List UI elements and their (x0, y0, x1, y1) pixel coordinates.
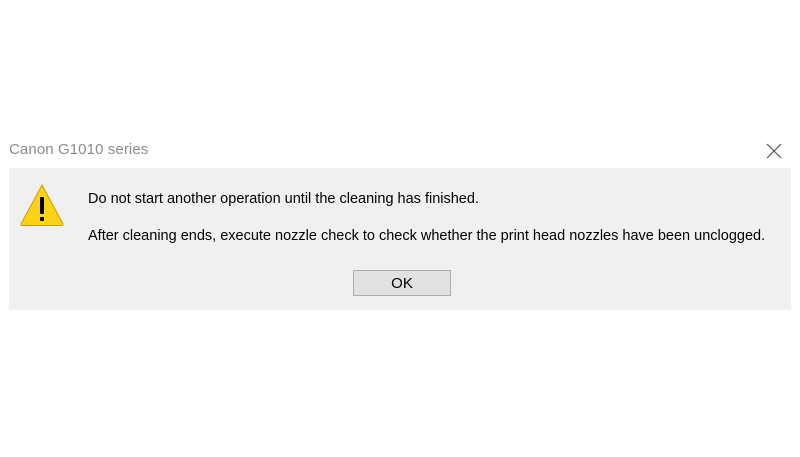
message-text-1: Do not start another operation until the… (88, 191, 479, 207)
ok-button[interactable]: OK (353, 270, 451, 296)
title-bar: Canon G1010 series (0, 132, 800, 168)
warning-icon (20, 183, 64, 226)
close-icon (766, 143, 782, 159)
page: Canon G1010 series Do not start another … (0, 0, 800, 457)
dialog-title: Canon G1010 series (9, 141, 149, 158)
close-button[interactable] (758, 138, 790, 164)
dialog-content: Do not start another operation until the… (9, 168, 791, 310)
message-text-2: After cleaning ends, execute nozzle chec… (88, 228, 766, 244)
message-dialog: Canon G1010 series Do not start another … (0, 132, 800, 310)
